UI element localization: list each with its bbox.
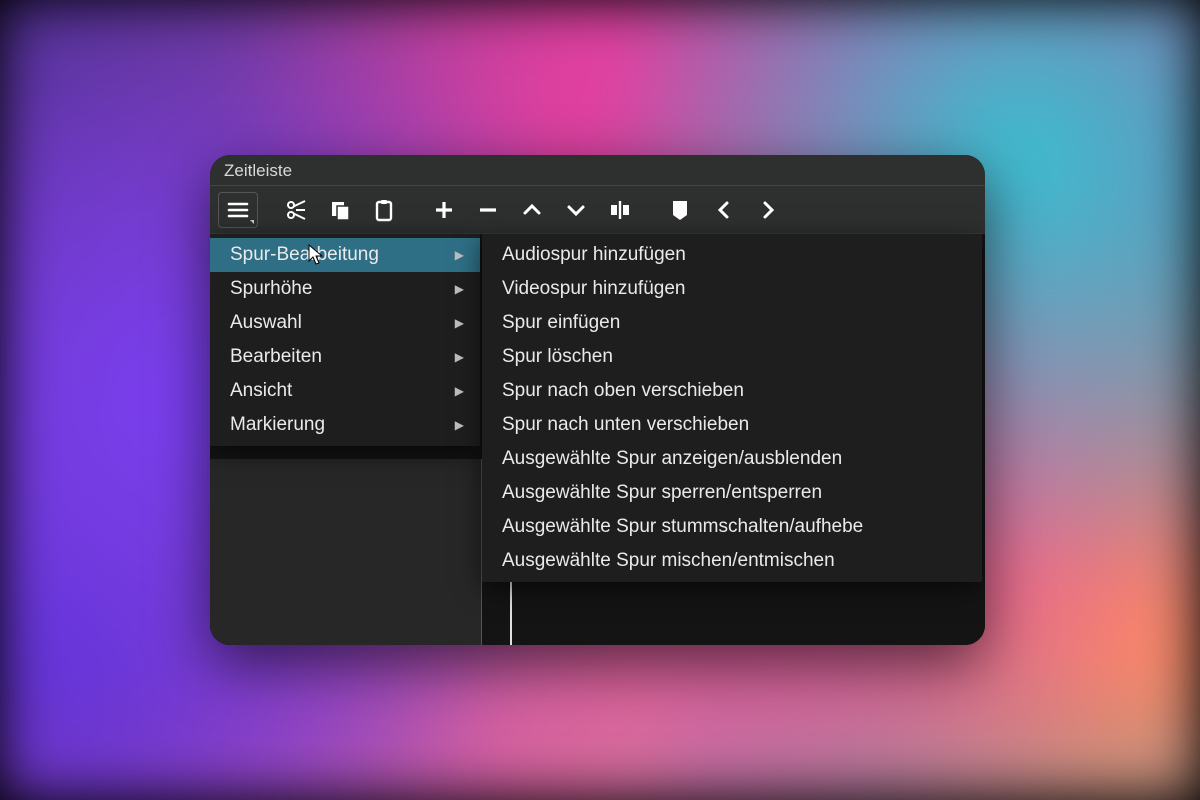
submenu-toggle-track-mix[interactable]: Ausgewählte Spur mischen/entmischen: [482, 544, 982, 578]
submenu-move-track-down[interactable]: Spur nach unten verschieben: [482, 408, 982, 442]
menu-item-label: Spur-Bearbeitung: [230, 244, 379, 266]
menu-item-view[interactable]: Ansicht ▶: [210, 374, 480, 408]
cut-button[interactable]: [274, 190, 318, 230]
submenu-arrow-icon: ▶: [455, 418, 464, 432]
split-icon: [608, 198, 632, 222]
submenu-item-label: Spur nach oben verschieben: [502, 380, 744, 402]
menu-item-label: Auswahl: [230, 312, 302, 334]
submenu-arrow-icon: ▶: [455, 248, 464, 262]
marker-icon: [668, 198, 692, 222]
menu-item-track-editing[interactable]: Spur-Bearbeitung ▶: [210, 238, 480, 272]
window-title: Zeitleiste: [210, 155, 985, 186]
submenu-toggle-track-visibility[interactable]: Ausgewählte Spur anzeigen/ausblenden: [482, 442, 982, 476]
copy-icon: [328, 198, 352, 222]
prev-button[interactable]: [702, 190, 746, 230]
chevron-right-icon: [756, 198, 780, 222]
submenu-arrow-icon: ▶: [455, 384, 464, 398]
move-up-button[interactable]: [510, 190, 554, 230]
track-header-column: [210, 459, 482, 645]
submenu-item-label: Audiospur hinzufügen: [502, 244, 686, 266]
clipboard-icon: [372, 198, 396, 222]
menu-item-track-height[interactable]: Spurhöhe ▶: [210, 272, 480, 306]
submenu-item-label: Spur einfügen: [502, 312, 620, 334]
menu-item-edit[interactable]: Bearbeiten ▶: [210, 340, 480, 374]
menu-item-label: Ansicht: [230, 380, 292, 402]
timeline-menu-button[interactable]: [218, 192, 258, 228]
submenu-item-label: Videospur hinzufügen: [502, 278, 685, 300]
paste-button[interactable]: [362, 190, 406, 230]
track-editing-submenu: Audiospur hinzufügen Videospur hinzufüge…: [482, 234, 982, 582]
menu-item-label: Markierung: [230, 414, 325, 436]
submenu-item-label: Spur löschen: [502, 346, 613, 368]
timeline-context-menu: Spur-Bearbeitung ▶ Spurhöhe ▶ Auswahl ▶ …: [210, 234, 480, 446]
submenu-arrow-icon: ▶: [455, 282, 464, 296]
timeline-toolbar: [210, 186, 985, 234]
menu-item-marking[interactable]: Markierung ▶: [210, 408, 480, 442]
minus-icon: [476, 198, 500, 222]
submenu-move-track-up[interactable]: Spur nach oben verschieben: [482, 374, 982, 408]
submenu-item-label: Ausgewählte Spur sperren/entsperren: [502, 482, 822, 504]
submenu-add-video-track[interactable]: Videospur hinzufügen: [482, 272, 982, 306]
copy-button[interactable]: [318, 190, 362, 230]
submenu-item-label: Ausgewählte Spur stummschalten/aufhebe: [502, 516, 863, 538]
hamburger-icon: [226, 198, 250, 222]
submenu-item-label: Ausgewählte Spur mischen/entmischen: [502, 550, 835, 572]
submenu-delete-track[interactable]: Spur löschen: [482, 340, 982, 374]
menu-item-label: Spurhöhe: [230, 278, 312, 300]
timeline-window: Zeitleiste: [210, 155, 985, 645]
submenu-toggle-track-mute[interactable]: Ausgewählte Spur stummschalten/aufhebe: [482, 510, 982, 544]
chevron-down-icon: [564, 198, 588, 222]
chevron-up-icon: [520, 198, 544, 222]
submenu-insert-track[interactable]: Spur einfügen: [482, 306, 982, 340]
timeline-body: Spur-Bearbeitung ▶ Spurhöhe ▶ Auswahl ▶ …: [210, 234, 985, 645]
move-down-button[interactable]: [554, 190, 598, 230]
submenu-toggle-track-lock[interactable]: Ausgewählte Spur sperren/entsperren: [482, 476, 982, 510]
chevron-left-icon: [712, 198, 736, 222]
next-button[interactable]: [746, 190, 790, 230]
split-button[interactable]: [598, 190, 642, 230]
submenu-arrow-icon: ▶: [455, 350, 464, 364]
submenu-add-audio-track[interactable]: Audiospur hinzufügen: [482, 238, 982, 272]
remove-button[interactable]: [466, 190, 510, 230]
plus-icon: [432, 198, 456, 222]
submenu-item-label: Ausgewählte Spur anzeigen/ausblenden: [502, 448, 842, 470]
menu-item-label: Bearbeiten: [230, 346, 322, 368]
submenu-arrow-icon: ▶: [455, 316, 464, 330]
marker-button[interactable]: [658, 190, 702, 230]
add-button[interactable]: [422, 190, 466, 230]
submenu-item-label: Spur nach unten verschieben: [502, 414, 749, 436]
menu-item-selection[interactable]: Auswahl ▶: [210, 306, 480, 340]
scissors-icon: [284, 198, 308, 222]
